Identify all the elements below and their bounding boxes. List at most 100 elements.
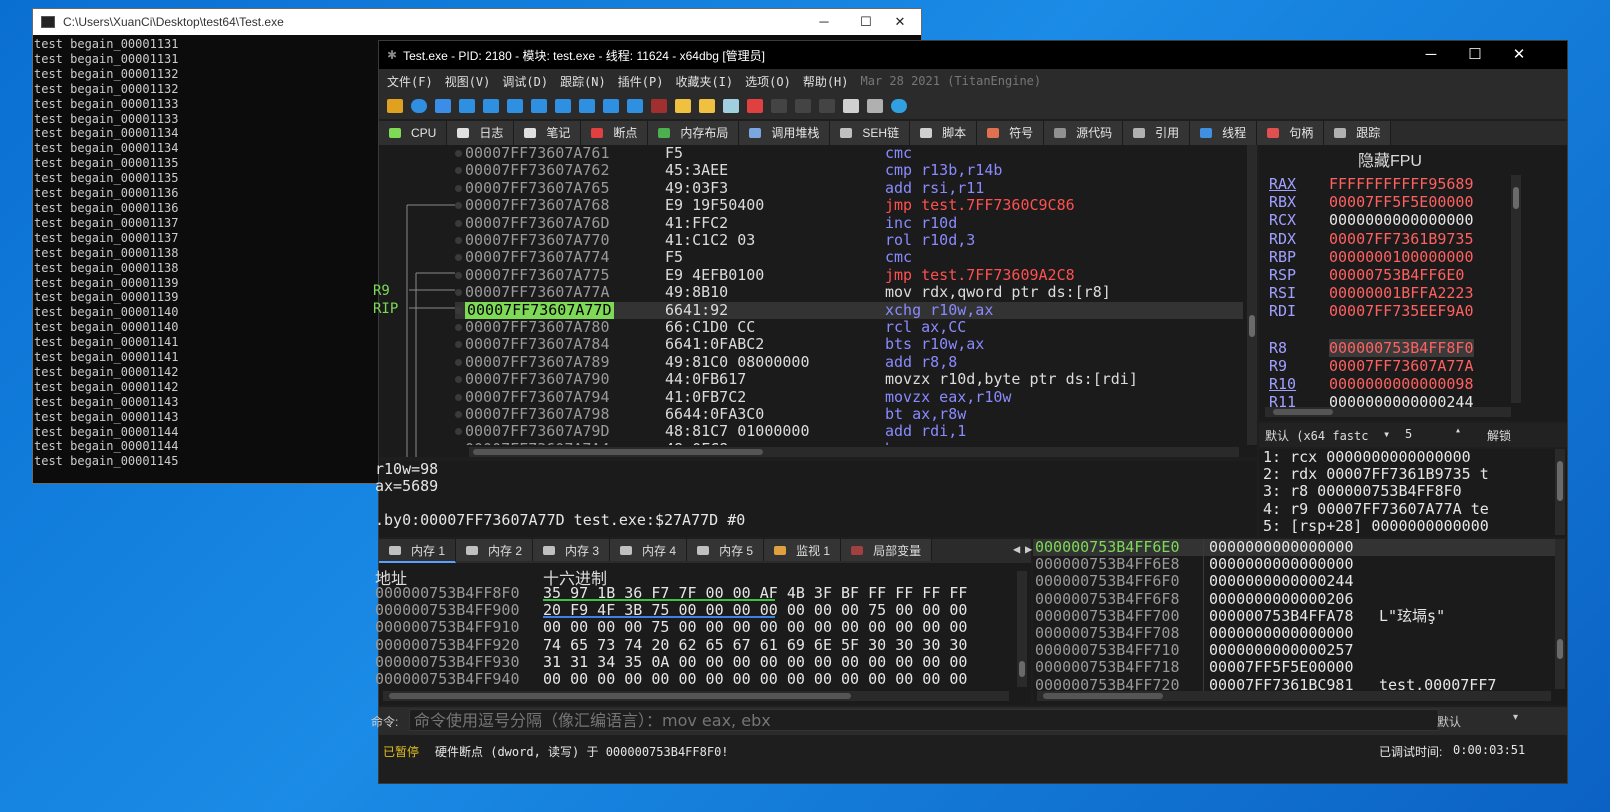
- step-over-icon[interactable]: [531, 99, 547, 113]
- scroll-thumb[interactable]: [1249, 315, 1255, 337]
- tab-0[interactable]: CPU: [379, 121, 448, 147]
- maximize-icon[interactable]: ☐: [1453, 41, 1497, 69]
- dump-row[interactable]: 000000753B4FF940 00 00 00 00 00 00 00 00 …: [375, 670, 1017, 688]
- disasm-row[interactable]: 00007FF73607A774 F5 cmc: [455, 248, 1243, 266]
- unlock-button[interactable]: 解锁: [1487, 427, 1511, 444]
- tab-8[interactable]: 符号: [977, 121, 1045, 145]
- callconv-select[interactable]: 默认 (x64 fastc: [1265, 427, 1368, 444]
- disasm-row[interactable]: 00007FF73607A775 E9 4EFB0100 jmp test.7FF7…: [455, 266, 1243, 284]
- command-input[interactable]: [409, 709, 1439, 731]
- reg-hscroll[interactable]: [1265, 407, 1511, 417]
- breakpoint-gutter[interactable]: [455, 167, 462, 175]
- argument-row[interactable]: 4: r9 00007FF73607A77A te: [1263, 500, 1553, 518]
- tab-scroll-left-icon[interactable]: ◀: [1013, 542, 1020, 556]
- disasm-row[interactable]: 00007FF73607A798 6644:0FA3C0 bt ax,r8w: [455, 405, 1243, 423]
- dump-tab-6[interactable]: 局部变量: [841, 539, 933, 561]
- arg-count[interactable]: 5: [1405, 427, 1412, 441]
- disasm-row[interactable]: 00007FF73607A768 E9 19F50400 jmp test.7FF7…: [455, 196, 1243, 214]
- breakpoint-gutter[interactable]: [455, 254, 462, 262]
- tab-6[interactable]: SEH链: [830, 121, 911, 145]
- disasm-row[interactable]: 00007FF73607A789 49:81C0 08000000 add r8,8: [455, 353, 1243, 371]
- run-to-user-code-icon[interactable]: [627, 99, 643, 113]
- breakpoint-gutter[interactable]: [455, 202, 462, 210]
- disasm-row[interactable]: 00007FF73607A76D 41:FFC2 inc r10d: [455, 214, 1243, 232]
- disasm-row[interactable]: 00007FF73607A770 41:C1C2 03 rol r10d,3: [455, 231, 1243, 249]
- dump-tab-5[interactable]: 监视 1: [764, 539, 842, 561]
- breakpoint-gutter[interactable]: [455, 271, 462, 279]
- argument-row[interactable]: 3: r8 000000753B4FF8F0: [1263, 483, 1553, 500]
- comment-icon[interactable]: [699, 99, 715, 113]
- stack-row[interactable]: 000000753B4FF6E8 0000000000000000: [1033, 555, 1555, 573]
- tab-1[interactable]: 日志: [447, 121, 515, 145]
- disasm-row[interactable]: 00007FF73607A77D 6641:92 xchg r10w,ax: [455, 301, 1243, 319]
- tab-scroll-right-icon[interactable]: ▶: [1025, 542, 1032, 556]
- disasm-row[interactable]: 00007FF73607A761 F5 cmc: [455, 145, 1243, 162]
- disasm-row[interactable]: 00007FF73607A794 41:0FB7C2 movzx eax,r10w: [455, 388, 1243, 406]
- font-icon[interactable]: [819, 99, 835, 113]
- breakpoint-gutter[interactable]: [455, 428, 462, 436]
- breakpoint-gutter[interactable]: [455, 306, 462, 314]
- step-into-icon[interactable]: [507, 99, 523, 113]
- breakpoint-gutter[interactable]: [455, 237, 462, 244]
- tab-12[interactable]: 句柄: [1257, 121, 1325, 145]
- tab-11[interactable]: 线程: [1190, 121, 1258, 145]
- breakpoint-gutter[interactable]: [455, 324, 462, 331]
- disasm-row[interactable]: 00007FF73607A7A4 48:0FC8 bswap rax: [455, 440, 1243, 445]
- dbg-titlebar[interactable]: ✱ Test.exe - PID: 2180 - 模块: test.exe - …: [379, 41, 1567, 69]
- command-mode-select[interactable]: 默认: [1437, 713, 1461, 730]
- trace-into-icon[interactable]: [555, 99, 571, 113]
- menu-file[interactable]: 文件(F): [387, 73, 433, 90]
- disasm-row[interactable]: 00007FF73607A790 44:0FB617 movzx r10d,byte…: [455, 370, 1243, 388]
- patch-icon[interactable]: [675, 99, 691, 113]
- menu-trace[interactable]: 跟踪(N): [560, 73, 606, 90]
- open-icon[interactable]: [387, 99, 403, 113]
- dump-tab-2[interactable]: 内存 3: [533, 539, 611, 561]
- tab-13[interactable]: 跟踪: [1324, 121, 1392, 145]
- minimize-icon[interactable]: ─: [803, 9, 845, 35]
- dump-tab-3[interactable]: 内存 4: [610, 539, 688, 561]
- toggle-fpu[interactable]: 隐藏FPU: [1259, 147, 1521, 171]
- breakpoint-gutter[interactable]: [455, 411, 462, 418]
- stack-row[interactable]: 000000753B4FF6F0 0000000000000244: [1033, 573, 1555, 590]
- function-icon[interactable]: [771, 99, 787, 113]
- tab-9[interactable]: 源代码: [1044, 121, 1124, 145]
- disasm-row[interactable]: 00007FF73607A762 45:3AEE cmp r13b,r14b: [455, 161, 1243, 179]
- reg-vscroll[interactable]: [1511, 175, 1521, 403]
- dump-row[interactable]: 000000753B4FF920 74 65 73 74 20 62 65 67 …: [375, 636, 1017, 654]
- disasm-hscroll[interactable]: [469, 447, 1239, 457]
- tab-4[interactable]: 内存布局: [648, 121, 740, 145]
- breakpoint-gutter[interactable]: [455, 219, 462, 227]
- tab-3[interactable]: 断点: [581, 121, 649, 145]
- stack-row[interactable]: 000000753B4FF710 0000000000000257: [1033, 641, 1555, 659]
- stack-panel[interactable]: 000000753B4FF6E0 0000000000000000 00000075…: [1033, 539, 1567, 705]
- breakpoint-gutter[interactable]: [455, 150, 462, 157]
- argument-row[interactable]: 5: [rsp+28] 0000000000000: [1263, 517, 1553, 535]
- disasm-row[interactable]: 00007FF73607A784 6641:0FABC2 bts r10w,ax: [455, 335, 1243, 353]
- dump-row[interactable]: 000000753B4FF930 31 31 34 35 0A 00 00 00 …: [375, 653, 1017, 671]
- close-icon[interactable]: ✕: [879, 9, 921, 35]
- menu-debug[interactable]: 调试(D): [502, 73, 548, 90]
- menu-favourites[interactable]: 收藏夹(I): [675, 73, 733, 90]
- breakpoint-gutter[interactable]: [455, 393, 462, 401]
- breakpoint-gutter[interactable]: [455, 289, 462, 297]
- argument-row[interactable]: 2: rdx 00007FF7361B9735 t: [1263, 466, 1553, 483]
- label-icon[interactable]: [723, 99, 739, 113]
- console-titlebar[interactable]: C:\Users\XuanCi\Desktop\test64\Test.exe …: [33, 9, 921, 35]
- disasm-vscroll[interactable]: [1247, 145, 1257, 445]
- breakpoint-gutter[interactable]: [455, 341, 462, 349]
- globe-icon[interactable]: [891, 99, 907, 113]
- stack-row[interactable]: 000000753B4FF720 00007FF7361BC981 test.000…: [1033, 676, 1555, 691]
- trace-over-icon[interactable]: [579, 99, 595, 113]
- breakpoint-gutter[interactable]: [455, 376, 462, 384]
- minimize-icon[interactable]: ─: [1409, 41, 1453, 69]
- hash-icon[interactable]: [795, 99, 811, 113]
- x64dbg-window[interactable]: ✱ Test.exe - PID: 2180 - 模块: test.exe - …: [371, 40, 1568, 784]
- run-icon[interactable]: [459, 99, 475, 113]
- dump-tab-0[interactable]: 内存 1: [379, 539, 457, 563]
- stack-row[interactable]: 000000753B4FF6E0 0000000000000000: [1033, 539, 1555, 557]
- bookmark-icon[interactable]: [747, 99, 763, 113]
- argument-row[interactable]: 1: rcx 0000000000000000: [1263, 449, 1553, 466]
- stack-row[interactable]: 000000753B4FF6F8 0000000000000206: [1033, 590, 1555, 608]
- disassembly-panel[interactable]: R9 RIP 00007FF73607A761 F5 cmc 00007FF73607…: [373, 145, 1257, 457]
- menu-plugins[interactable]: 插件(P): [618, 73, 664, 90]
